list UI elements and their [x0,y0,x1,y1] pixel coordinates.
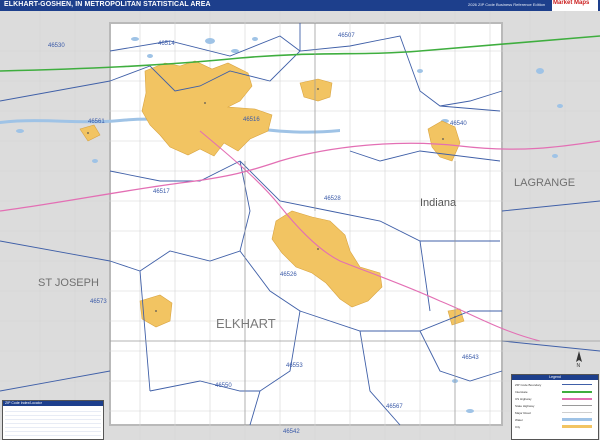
zip-label: 46528 [324,196,341,202]
zip-label: 46567 [386,404,403,410]
legend-swatch-major-road [562,412,592,413]
north-arrow-icon: N [576,351,582,368]
legend-row: Major Road [515,411,531,415]
county-label-lagrange: LAGRANGE [514,177,575,189]
locator-title: ZIP Code Index/Locator [3,401,103,406]
zip-label: 46561 [88,119,105,125]
zip-label: 46530 [48,43,65,49]
outside-area-south [110,425,502,440]
zip-label: 46526 [280,272,297,278]
zip-label: 46550 [215,383,232,389]
legend-title: Legend [512,375,598,380]
svg-text:N: N [577,363,581,368]
legend-row: State Highway [515,404,535,408]
zip-locator-table: ZIP Code Index/Locator [2,400,104,440]
legend-swatch-state-highway [562,405,592,406]
map-title: ELKHART-GOSHEN, IN METROPOLITAN STATISTI… [4,1,211,8]
zip-label: 46517 [153,189,170,195]
zip-label: 46543 [462,355,479,361]
publisher-logo: Market Maps [552,0,598,11]
legend-row: US Highway [515,397,532,401]
legend-row: City [515,425,521,429]
zip-label: 46514 [158,41,175,47]
legend-row: ZIP Code Boundary [515,383,542,387]
outside-area-north [110,11,502,23]
state-label: Indiana [420,197,457,209]
legend-row: Water [515,418,523,422]
legend-swatch-water [562,418,592,421]
title-bar: ELKHART-GOSHEN, IN METROPOLITAN STATISTI… [0,0,600,11]
legend-swatch-city [562,425,592,428]
map-legend: Legend ZIP Code Boundary Interstate US H… [511,374,599,440]
legend-row: Interstate [515,390,528,394]
zip-label: 46573 [90,299,107,305]
outside-area-west [0,11,110,440]
legend-swatch-us-highway [562,398,592,400]
edition-label: 2026 ZIP Code Business Reference Edition [468,2,546,7]
zip-label: 46553 [286,363,303,369]
locator-grid [5,408,101,438]
county-label-st-joseph: ST JOSEPH [38,277,99,289]
zip-label: 46507 [338,33,355,39]
legend-swatch-interstate [562,391,592,393]
legend-swatch-zip [562,384,592,385]
map-canvas[interactable]: LAGRANGE ST JOSEPH ELKHART Indiana 46530… [0,11,600,440]
publisher-name: Market Maps [553,0,590,6]
zip-label: 46542 [283,429,300,435]
zip-label: 46516 [243,117,260,123]
county-label-elkhart: ELKHART [216,316,276,331]
zip-label: 46540 [450,121,467,127]
